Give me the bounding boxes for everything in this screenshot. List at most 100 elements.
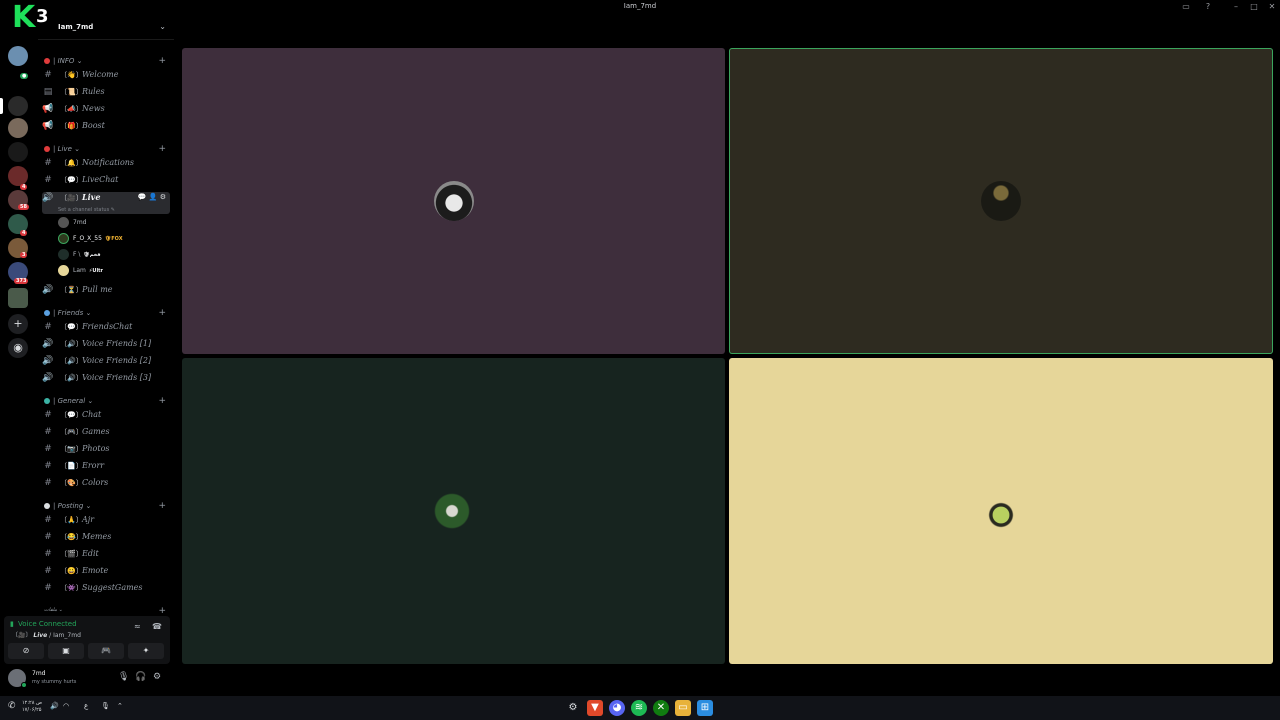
channel-voice-friends-3[interactable]: 🔊 〔🔊〕Voice Friends [3] bbox=[42, 373, 170, 387]
camera-off-button[interactable]: ⊘ bbox=[8, 643, 44, 659]
video-tile-speaking[interactable] bbox=[729, 48, 1273, 354]
voice-channel-info[interactable]: 〔🎥〕 Live / Iam_7md bbox=[12, 630, 81, 639]
discover-icon[interactable]: ◉ bbox=[8, 338, 28, 358]
scroll-emoji-icon: 〔📜〕 bbox=[60, 88, 83, 96]
channel-voice-friends-2[interactable]: 🔊 〔🔊〕Voice Friends [2] bbox=[42, 356, 170, 370]
clock[interactable]: ۱۲:۲۸ ص ۱۷/۰۶/۲۵ bbox=[22, 700, 42, 714]
server-icon[interactable] bbox=[8, 118, 28, 138]
settings-app-icon[interactable]: ⚙ bbox=[565, 700, 581, 716]
mention-badge: 3 bbox=[20, 252, 28, 258]
minimize-button[interactable]: – bbox=[1230, 2, 1242, 11]
channel-pullme[interactable]: 🔊 〔⏳〕Pull me bbox=[42, 285, 170, 299]
add-user-icon[interactable]: 👤 bbox=[149, 193, 158, 201]
windows-start-icon[interactable]: ⊞ bbox=[697, 700, 713, 716]
hash-icon: # bbox=[44, 158, 52, 168]
channel-edit[interactable]: # 〔🎬〕Edit bbox=[42, 549, 170, 563]
category-posting[interactable]: | Posting ⌄ bbox=[44, 502, 91, 512]
channel-memes[interactable]: # 〔😂〕Memes bbox=[42, 532, 170, 546]
channel-voice-friends-1[interactable]: 🔊 〔🔊〕Voice Friends [1] bbox=[42, 339, 170, 353]
channel-notifications[interactable]: # 〔🔔〕Notifications bbox=[42, 158, 170, 172]
server-icon[interactable] bbox=[8, 166, 28, 186]
channel-emote[interactable]: # 〔😀〕Emote bbox=[42, 566, 170, 580]
activity-button[interactable]: 🎮 bbox=[88, 643, 124, 659]
voice-status[interactable]: Voice Connected bbox=[18, 620, 77, 628]
channel-status-hint[interactable]: Set a channel status ✎ bbox=[58, 207, 115, 213]
add-channel-icon[interactable]: + bbox=[158, 144, 166, 154]
video-tile[interactable] bbox=[729, 358, 1273, 664]
server-icon[interactable] bbox=[8, 96, 28, 116]
chevron-up-icon[interactable]: ⌃ bbox=[117, 702, 123, 710]
server-icon[interactable] bbox=[8, 142, 28, 162]
username[interactable]: 7md bbox=[32, 670, 45, 677]
video-tile[interactable] bbox=[182, 48, 725, 354]
channel-ajr[interactable]: # 〔🙏〕Ajr bbox=[42, 515, 170, 529]
voice-user[interactable]: F_O_X_55 🛡FOX bbox=[58, 233, 123, 247]
spotify-app-icon[interactable]: ≋ bbox=[631, 700, 647, 716]
file-explorer-icon[interactable]: ▭ bbox=[675, 700, 691, 716]
voice-user[interactable]: 7md bbox=[58, 217, 89, 231]
mention-badge: 373 bbox=[14, 278, 29, 284]
server-icon[interactable] bbox=[8, 46, 28, 66]
add-channel-icon[interactable]: + bbox=[158, 56, 166, 66]
xbox-app-icon[interactable]: ✕ bbox=[653, 700, 669, 716]
server-badge: ● bbox=[20, 73, 29, 79]
category-info[interactable]: | INFO ⌄ bbox=[44, 57, 83, 67]
add-channel-icon[interactable]: + bbox=[158, 606, 166, 616]
microphone-icon[interactable]: 🎙 bbox=[101, 702, 110, 710]
category-friends[interactable]: | Friends ⌄ bbox=[44, 309, 91, 319]
channel-tools: 💬 👤 ⚙ bbox=[138, 193, 166, 201]
add-channel-icon[interactable]: + bbox=[158, 396, 166, 406]
close-button[interactable]: ✕ bbox=[1266, 2, 1278, 11]
channel-erorr[interactable]: # 〔📄〕Erorr bbox=[42, 461, 170, 475]
volume-icon[interactable]: 🔊 bbox=[50, 702, 59, 710]
brave-browser-icon[interactable]: ▼ bbox=[587, 700, 603, 716]
add-server-icon[interactable]: + bbox=[8, 314, 28, 334]
alien-emoji-icon: 〔👾〕 bbox=[60, 584, 83, 592]
headphones-icon[interactable]: 🎧 bbox=[135, 672, 146, 682]
chevron-down-icon[interactable]: ⌄ bbox=[159, 22, 166, 31]
noise-suppression-icon[interactable]: ≈ bbox=[134, 622, 141, 631]
hash-icon: # bbox=[44, 549, 52, 559]
language-indicator[interactable]: ع bbox=[84, 702, 88, 710]
maximize-button[interactable]: □ bbox=[1248, 2, 1260, 11]
channel-livechat[interactable]: # 〔💬〕LiveChat bbox=[42, 175, 170, 189]
disconnect-icon[interactable]: ☎ bbox=[152, 622, 162, 631]
notification-icon[interactable]: ✆ bbox=[8, 701, 16, 711]
voice-user[interactable]: F \ 🛡فخم bbox=[58, 249, 101, 263]
server-folder[interactable] bbox=[8, 288, 28, 308]
channel-friendschat[interactable]: # 〔💬〕FriendsChat bbox=[42, 322, 170, 336]
page-emoji-icon: 〔📄〕 bbox=[60, 462, 83, 470]
channel-suggestgames[interactable]: # 〔👾〕SuggestGames bbox=[42, 583, 170, 597]
avatar bbox=[58, 217, 69, 228]
channel-boost[interactable]: 📢 〔🎁〕Boost bbox=[42, 121, 170, 135]
category-general[interactable]: | General ⌄ bbox=[44, 397, 93, 407]
signal-icon[interactable]: ▮ bbox=[10, 620, 14, 628]
add-channel-icon[interactable]: + bbox=[158, 501, 166, 511]
pray-emoji-icon: 〔🙏〕 bbox=[60, 516, 83, 524]
category-live[interactable]: | Live ⌄ bbox=[44, 145, 80, 155]
gear-icon[interactable]: ⚙ bbox=[153, 672, 161, 682]
channel-chat[interactable]: # 〔💬〕Chat bbox=[42, 410, 170, 424]
screen-share-button[interactable]: ▣ bbox=[48, 643, 84, 659]
avatar bbox=[981, 491, 1021, 531]
film-emoji-icon: 〔🎬〕 bbox=[60, 550, 83, 558]
channel-welcome[interactable]: # 〔👋〕Welcome bbox=[42, 70, 170, 84]
soundboard-button[interactable]: ✦ bbox=[128, 643, 164, 659]
channel-colors[interactable]: # 〔🎨〕Colors bbox=[42, 478, 170, 492]
channel-photos[interactable]: # 〔📷〕Photos bbox=[42, 444, 170, 458]
chat-icon[interactable]: 💬 bbox=[138, 193, 147, 201]
channel-games[interactable]: # 〔🎮〕Games bbox=[42, 427, 170, 441]
server-header[interactable]: Iam_7md ⌄ bbox=[38, 16, 174, 40]
add-channel-icon[interactable]: + bbox=[158, 308, 166, 318]
channel-news[interactable]: 📢 〔📣〕News bbox=[42, 104, 170, 118]
microphone-icon[interactable]: 🎙 bbox=[118, 672, 129, 682]
announce-emoji-icon: 〔📣〕 bbox=[60, 105, 83, 113]
help-icon[interactable]: ? bbox=[1202, 2, 1214, 11]
gear-icon[interactable]: ⚙ bbox=[160, 193, 166, 201]
wifi-icon[interactable]: ◠ bbox=[63, 702, 69, 710]
channel-rules[interactable]: ▤ 〔📜〕Rules bbox=[42, 87, 170, 101]
inbox-icon[interactable]: ▭ bbox=[1180, 2, 1192, 11]
discord-app-icon[interactable]: ◕ bbox=[609, 700, 625, 716]
video-tile[interactable] bbox=[182, 358, 725, 664]
voice-user[interactable]: Lam ⚡Ultr bbox=[58, 265, 103, 279]
